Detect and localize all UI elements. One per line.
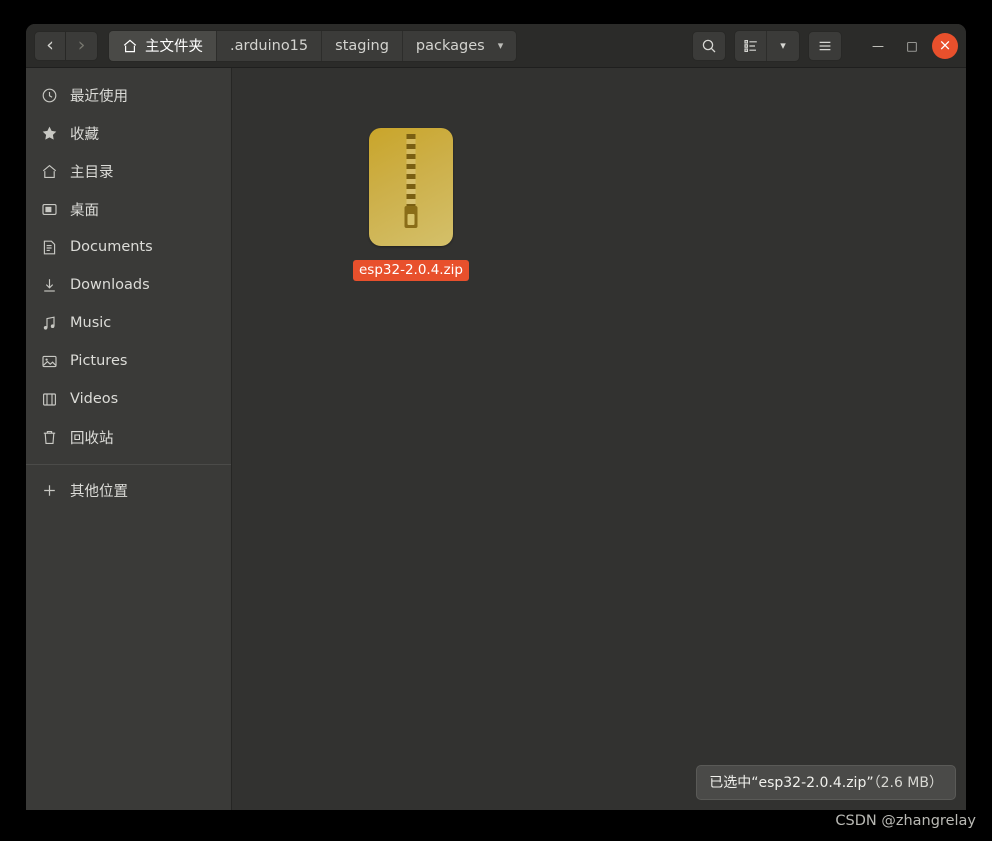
sidebar-item-home[interactable]: 主目录 <box>26 152 231 190</box>
sidebar-separator <box>26 464 231 465</box>
sidebar-item-videos[interactable]: Videos <box>26 380 231 418</box>
list-view-button[interactable] <box>735 30 767 61</box>
forward-button[interactable]: › <box>66 30 98 61</box>
sidebar-item-documents[interactable]: Documents <box>26 228 231 266</box>
back-button[interactable]: ‹ <box>34 30 66 61</box>
music-note-icon <box>40 314 58 332</box>
window-body: 最近使用 收藏 主目录 桌面 Documents Downloads Music… <box>26 68 966 810</box>
sidebar-item-other-locations[interactable]: 其他位置 <box>26 471 231 509</box>
sidebar-item-label: Downloads <box>70 277 150 293</box>
sidebar-item-label: Videos <box>70 391 119 407</box>
chevron-left-icon: ‹ <box>46 34 54 56</box>
trash-icon <box>40 428 58 446</box>
chevron-down-icon: ▾ <box>780 39 786 52</box>
search-button[interactable] <box>692 30 726 61</box>
status-bar: 已选中“esp32-2.0.4.zip”（2.6 MB） <box>696 765 956 800</box>
status-text: 已选中“esp32-2.0.4.zip” <box>709 775 874 791</box>
file-name-label: esp32-2.0.4.zip <box>353 260 470 281</box>
plus-icon <box>40 481 58 499</box>
document-icon <box>40 238 58 256</box>
toolbar-right: ▾ — □ × <box>692 29 958 62</box>
header-bar: ‹ › 主文件夹 .arduino15 staging packages ▾ ▾… <box>26 24 966 68</box>
desktop-icon <box>40 200 58 218</box>
breadcrumb-item-label: packages <box>415 37 485 54</box>
sidebar-item-trash[interactable]: 回收站 <box>26 418 231 456</box>
breadcrumb-item-home[interactable]: 主文件夹 <box>109 30 217 61</box>
hamburger-menu-icon <box>817 38 833 54</box>
sidebar-item-recent[interactable]: 最近使用 <box>26 76 231 114</box>
file-list-view[interactable]: esp32-2.0.4.zip 已选中“esp32-2.0.4.zip”（2.6… <box>232 68 966 810</box>
minimize-button[interactable]: — <box>864 32 892 60</box>
sidebar-item-label: 其他位置 <box>70 483 128 500</box>
view-list-icon <box>743 38 759 54</box>
watermark: CSDN @zhangrelay <box>835 813 976 829</box>
home-icon <box>122 38 138 54</box>
breadcrumb-item-arduino15[interactable]: .arduino15 <box>217 30 323 61</box>
sidebar-item-label: 回收站 <box>70 430 114 447</box>
maximize-icon: □ <box>906 38 918 53</box>
sidebar-item-music[interactable]: Music <box>26 304 231 342</box>
close-icon: × <box>938 36 952 54</box>
sidebar-item-label: 主目录 <box>70 164 114 181</box>
file-manager-window: ‹ › 主文件夹 .arduino15 staging packages ▾ ▾… <box>26 24 966 810</box>
breadcrumb-item-staging[interactable]: staging <box>322 30 403 61</box>
sidebar-item-label: Documents <box>70 239 153 255</box>
clock-icon <box>40 86 58 104</box>
chevron-right-icon: › <box>77 34 86 56</box>
picture-icon <box>40 352 58 370</box>
close-button[interactable]: × <box>932 32 958 59</box>
breadcrumb-item-label: staging <box>335 37 389 54</box>
view-options-dropdown-button[interactable]: ▾ <box>767 30 799 61</box>
sidebar: 最近使用 收藏 主目录 桌面 Documents Downloads Music… <box>26 68 232 810</box>
minimize-icon: — <box>872 38 884 53</box>
navigation-button-group: ‹ › <box>34 30 98 61</box>
search-icon <box>701 38 717 54</box>
chevron-down-icon: ▾ <box>497 39 504 52</box>
sidebar-item-label: 最近使用 <box>70 88 128 105</box>
window-controls: — □ × <box>864 32 958 60</box>
main-menu-button[interactable] <box>808 30 842 61</box>
video-icon <box>40 390 58 408</box>
star-icon <box>40 124 58 142</box>
sidebar-item-label: Pictures <box>70 353 128 369</box>
sidebar-item-desktop[interactable]: 桌面 <box>26 190 231 228</box>
sidebar-item-pictures[interactable]: Pictures <box>26 342 231 380</box>
file-item[interactable]: esp32-2.0.4.zip <box>353 128 470 281</box>
sidebar-item-starred[interactable]: 收藏 <box>26 114 231 152</box>
zipper-teeth <box>406 134 416 212</box>
breadcrumb-item-label: .arduino15 <box>230 37 309 54</box>
breadcrumb-item-packages[interactable]: packages ▾ <box>402 30 517 61</box>
zipper-pull <box>404 206 418 228</box>
sidebar-item-downloads[interactable]: Downloads <box>26 266 231 304</box>
sidebar-item-label: Music <box>70 315 112 331</box>
sidebar-item-label: 收藏 <box>70 126 99 143</box>
home-icon <box>40 162 58 180</box>
zip-archive-icon <box>369 128 453 246</box>
breadcrumb-item-label: 主文件夹 <box>145 39 203 55</box>
breadcrumb: 主文件夹 .arduino15 staging packages ▾ <box>108 29 518 62</box>
sidebar-item-label: 桌面 <box>70 202 99 219</box>
download-icon <box>40 276 58 294</box>
maximize-button[interactable]: □ <box>898 32 926 60</box>
status-size: （2.6 MB） <box>873 775 943 791</box>
view-mode-button-group: ▾ <box>734 29 800 62</box>
